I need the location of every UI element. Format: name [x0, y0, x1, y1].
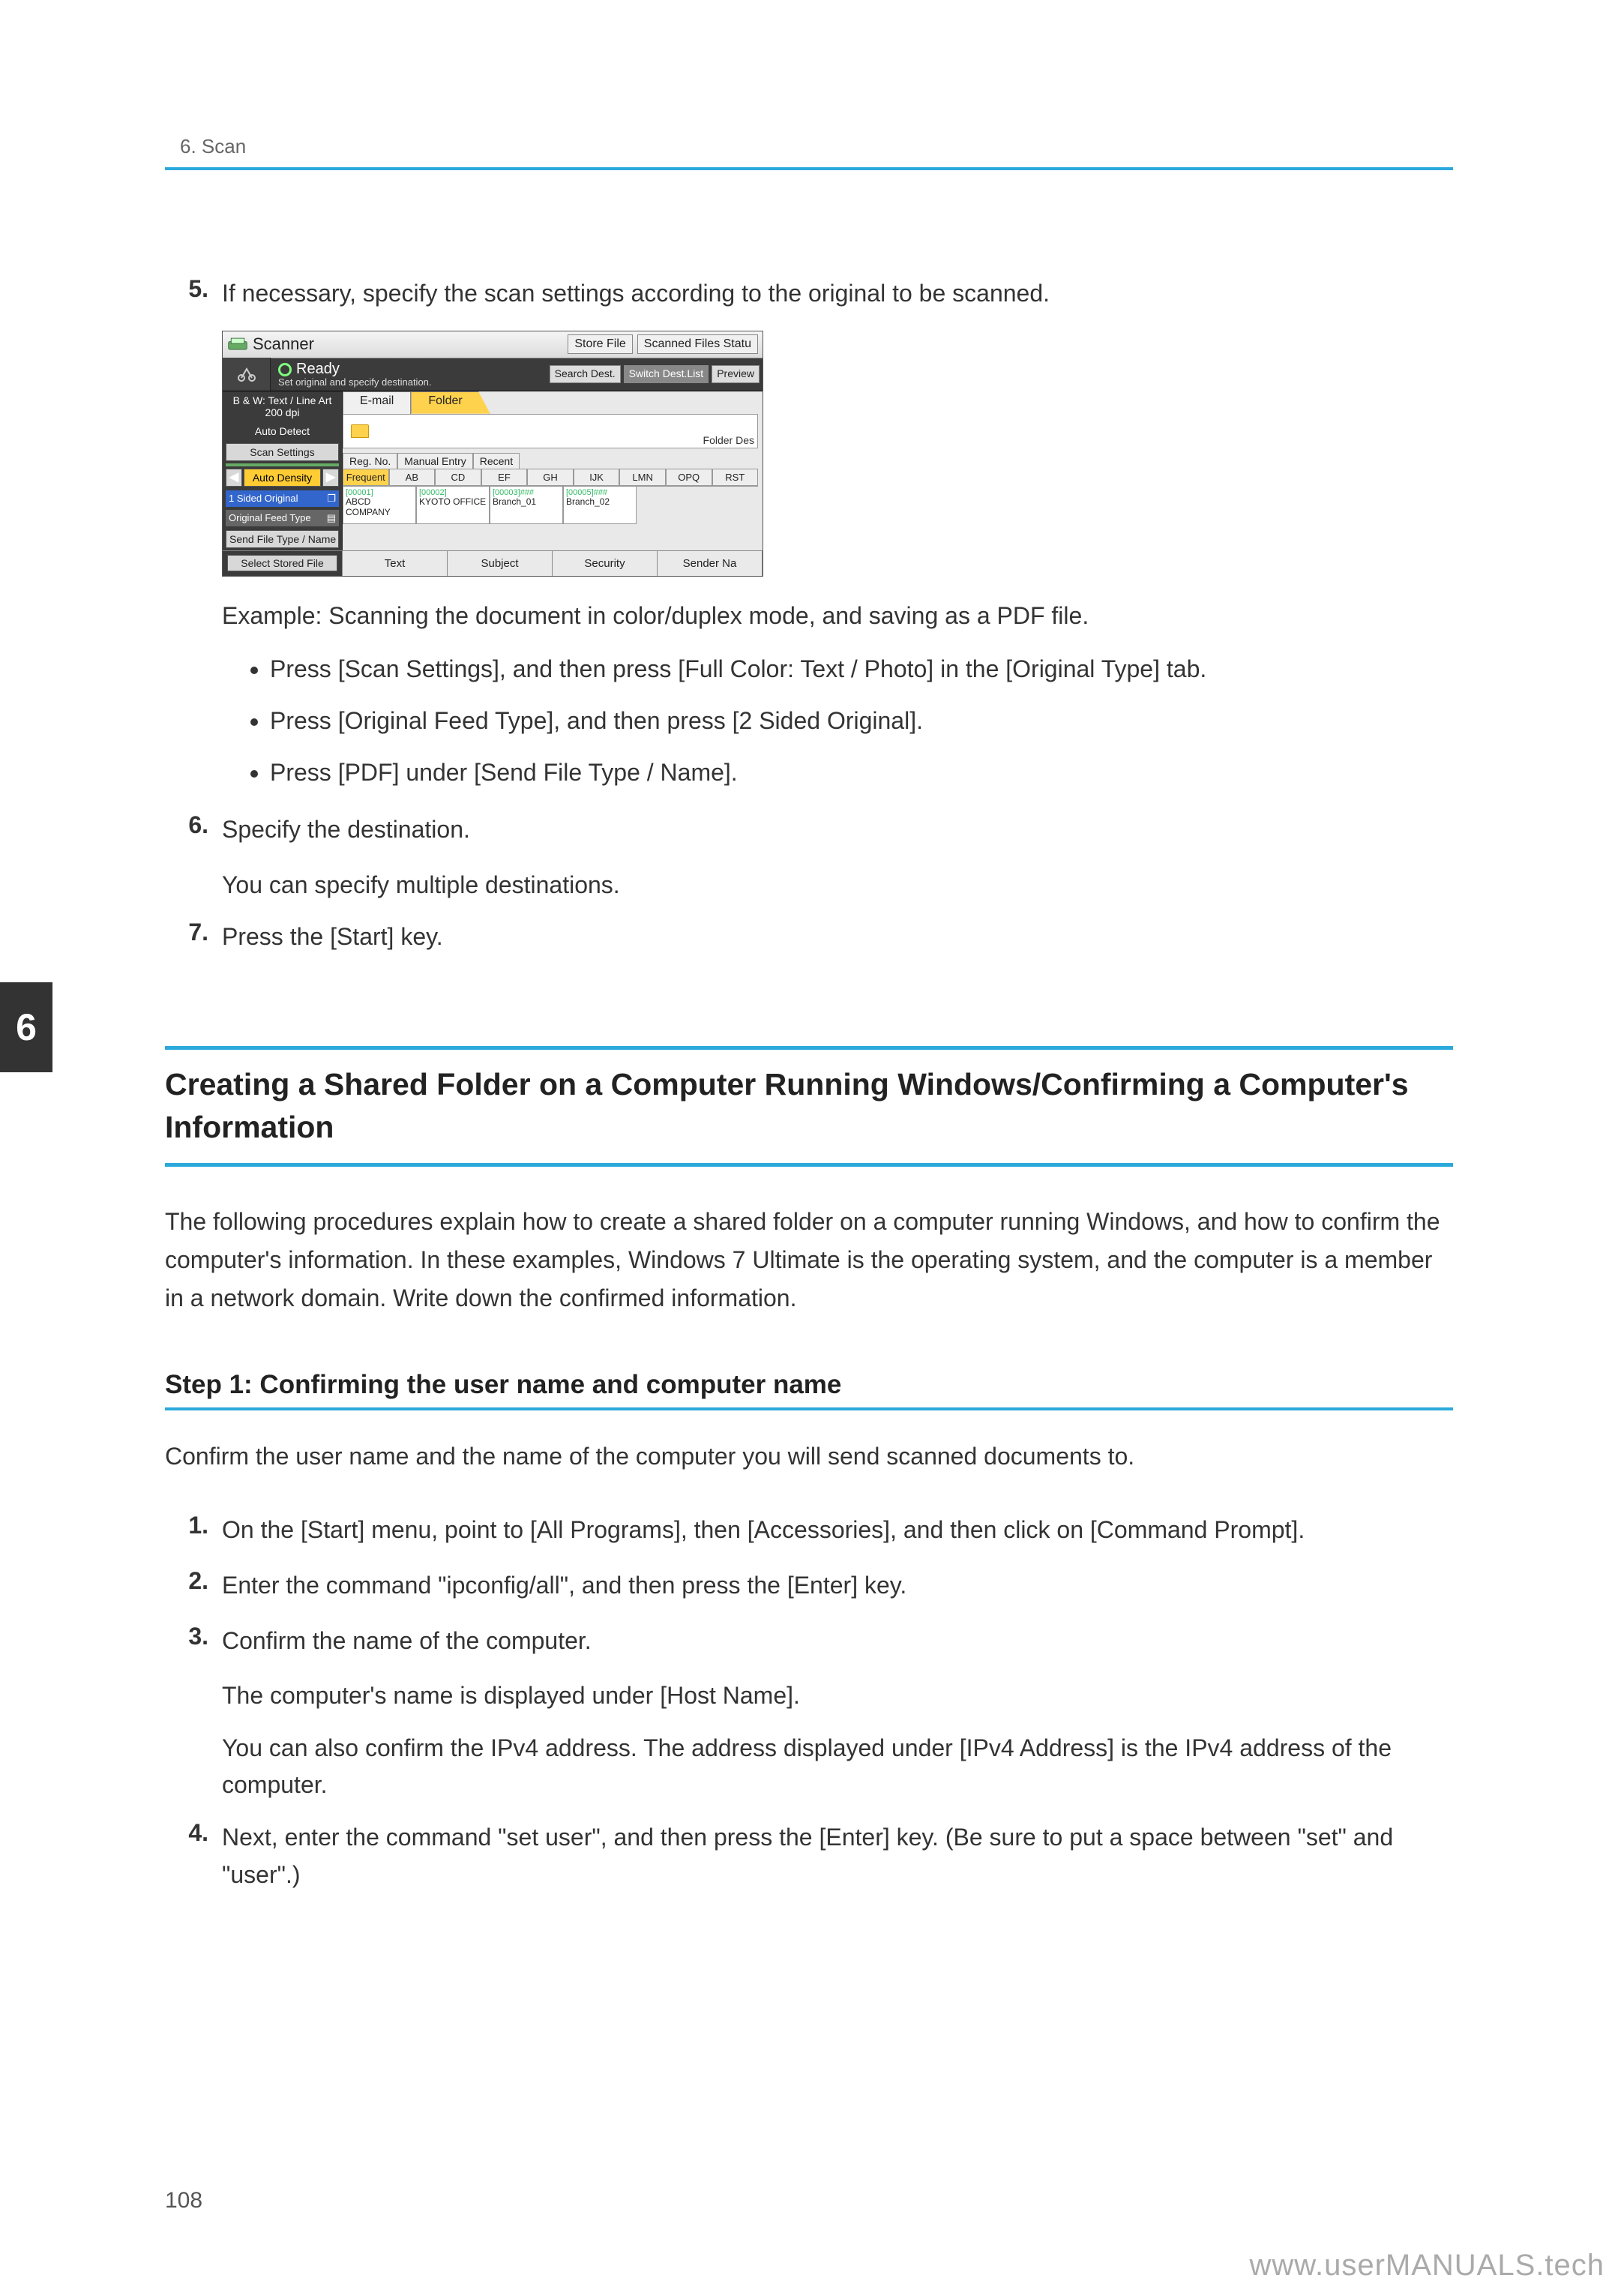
scanner-title: Scanner [253, 334, 314, 354]
preview-button[interactable]: Preview [712, 365, 760, 383]
switch-dest-list-button[interactable]: Switch Dest.List [624, 365, 709, 383]
auto-detect-label: Auto Detect [223, 422, 342, 441]
section-heading: Creating a Shared Folder on a Computer R… [165, 1050, 1453, 1163]
reg-no-tab[interactable]: Reg. No. [343, 453, 397, 469]
chapter-tab: 6 [0, 982, 52, 1072]
step-text: Next, enter the command "set user", and … [222, 1819, 1453, 1893]
step-number: 7. [165, 919, 222, 956]
scanner-left-panel: B & W: Text / Line Art 200 dpi Auto Dete… [223, 391, 343, 550]
select-stored-file-button[interactable]: Select Stored File [227, 555, 337, 571]
auto-density-button[interactable]: Auto Density [244, 469, 321, 487]
security-button[interactable]: Security [553, 551, 658, 576]
step-text: Enter the command "ipconfig/all", and th… [222, 1567, 1453, 1605]
step5-bullets: Press [Scan Settings], and then press [F… [270, 650, 1453, 793]
alpha-filter-row: Frequent AB CD EF GH IJK LMN OPQ RST [343, 469, 758, 486]
ready-sub: Set original and specify destination. [278, 376, 432, 388]
alpha-gh[interactable]: GH [527, 469, 574, 486]
alpha-ef[interactable]: EF [481, 469, 528, 486]
scanner-icon [223, 331, 253, 358]
search-dest-button[interactable]: Search Dest. [550, 365, 621, 383]
step-text: Specify the destination. [222, 811, 1453, 849]
scanned-files-status-button[interactable]: Scanned Files Statu [637, 334, 758, 354]
alpha-opq[interactable]: OPQ [666, 469, 712, 486]
stepb-4: 4. Next, enter the command "set user", a… [165, 1819, 1453, 1893]
ready-label: Ready [296, 361, 340, 378]
step-6: 6. Specify the destination. [165, 811, 1453, 849]
destination-cards: [00001]ABCD COMPANY [00002]KYOTO OFFICE … [343, 486, 758, 524]
step-text: Press the [Start] key. [222, 919, 1453, 956]
dest-card[interactable]: [00001]ABCD COMPANY [343, 487, 416, 524]
chapter-label: 6. Scan [180, 135, 246, 158]
subject-button[interactable]: Subject [448, 551, 553, 576]
store-file-button[interactable]: Store File [568, 334, 632, 354]
subsection-heading: Step 1: Confirming the user name and com… [165, 1370, 1453, 1400]
h2-rule-bottom [165, 1163, 1453, 1167]
original-feed-type-button[interactable]: Original Feed Type ▤ [226, 510, 339, 526]
density-left-arrow[interactable]: ◀ [226, 469, 242, 487]
text-button[interactable]: Text [343, 551, 448, 576]
manual-entry-tab[interactable]: Manual Entry [397, 453, 472, 469]
step-number: 4. [165, 1819, 222, 1893]
bullet-item: Press [Scan Settings], and then press [F… [270, 650, 1453, 688]
recent-tab[interactable]: Recent [473, 453, 520, 469]
page-icon: ❐ [327, 493, 336, 505]
alpha-rst[interactable]: RST [712, 469, 759, 486]
feed-icon: ▤ [327, 512, 336, 524]
scanner-bottom-bar: Select Stored File Text Subject Security… [223, 550, 763, 576]
subsection-intro: Confirm the user name and the name of th… [165, 1437, 1453, 1476]
email-tab[interactable]: E-mail [343, 391, 411, 414]
step-5: 5. If necessary, specify the scan settin… [165, 275, 1453, 313]
step6-sub: You can specify multiple destinations. [222, 867, 1453, 904]
section-intro: The following procedures explain how to … [165, 1203, 1453, 1318]
step-text: If necessary, specify the scan settings … [222, 275, 1453, 313]
sided-original-button[interactable]: 1 Sided Original ❐ [226, 490, 339, 507]
step-number: 2. [165, 1567, 222, 1605]
destination-area[interactable]: Folder Des [343, 414, 758, 448]
alpha-frequent[interactable]: Frequent [343, 469, 389, 486]
step-number: 1. [165, 1512, 222, 1549]
alpha-ab[interactable]: AB [389, 469, 436, 486]
scan-settings-button[interactable]: Scan Settings [226, 443, 339, 461]
sender-name-button[interactable]: Sender Na [658, 551, 763, 576]
dest-card[interactable]: [00002]KYOTO OFFICE [416, 487, 490, 524]
scanner-screenshot: Scanner Store File Scanned Files Statu R… [222, 331, 763, 577]
watermark: www.userMANUALS.tech [1250, 2249, 1605, 2283]
step-number: 6. [165, 811, 222, 849]
alpha-ijk[interactable]: IJK [574, 469, 620, 486]
folder-icon [351, 424, 369, 438]
step-number: 3. [165, 1623, 222, 1660]
step-text: Confirm the name of the computer. [222, 1623, 1453, 1660]
stepb3-sub2: You can also confirm the IPv4 address. T… [222, 1730, 1453, 1804]
folder-tab[interactable]: Folder [411, 391, 490, 414]
home-icon[interactable] [223, 358, 271, 391]
bullet-item: Press [PDF] under [Send File Type / Name… [270, 754, 1453, 792]
header-rule [165, 167, 1453, 170]
scanner-right-panel: E-mail Folder Folder Des Reg. No. Manual… [343, 391, 763, 550]
step-number: 5. [165, 275, 222, 313]
scanner-titlebar: Scanner Store File Scanned Files Statu [223, 331, 763, 358]
example-text: Example: Scanning the document in color/… [222, 598, 1453, 635]
stepb-1: 1. On the [Start] menu, point to [All Pr… [165, 1512, 1453, 1549]
scanner-statusbar: Ready Set original and specify destinati… [223, 358, 763, 391]
dest-card[interactable]: [00005]###Branch_02 [563, 487, 637, 524]
dest-card[interactable]: [00003]###Branch_01 [490, 487, 563, 524]
mode-label: B & W: Text / Line Art 200 dpi [223, 391, 342, 423]
stepb-3: 3. Confirm the name of the computer. [165, 1623, 1453, 1660]
h3-rule [165, 1407, 1453, 1410]
stepb3-sub1: The computer's name is displayed under [… [222, 1677, 1453, 1715]
alpha-lmn[interactable]: LMN [619, 469, 666, 486]
select-stored-file-cell: Select Stored File [223, 551, 343, 576]
page-number: 108 [165, 2188, 202, 2214]
step-text: On the [Start] menu, point to [All Progr… [222, 1512, 1453, 1549]
step-7: 7. Press the [Start] key. [165, 919, 1453, 956]
folder-des-label: Folder Des [703, 434, 754, 446]
divider [226, 463, 339, 466]
alpha-cd[interactable]: CD [435, 469, 481, 486]
send-file-type-button[interactable]: Send File Type / Name [226, 530, 339, 548]
bullet-item: Press [Original Feed Type], and then pre… [270, 702, 1453, 740]
stepb-2: 2. Enter the command "ipconfig/all", and… [165, 1567, 1453, 1605]
page-header: 6. Scan [165, 135, 1453, 158]
density-right-arrow[interactable]: ▶ [322, 469, 339, 487]
ready-indicator-icon [278, 363, 292, 376]
